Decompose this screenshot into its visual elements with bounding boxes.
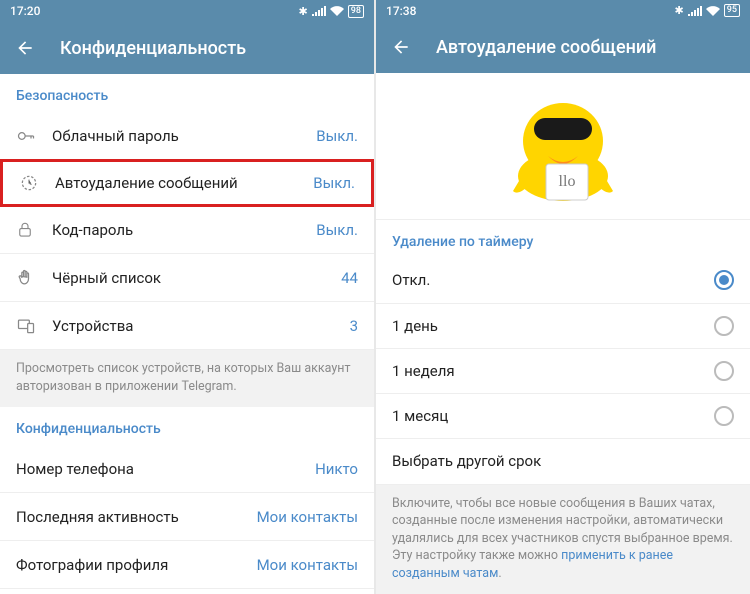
item-label: Номер телефона: [16, 460, 315, 478]
item-value: Выкл.: [316, 127, 358, 145]
devices-row[interactable]: Устройства 3: [0, 302, 374, 350]
option-label: Откл.: [392, 271, 430, 289]
phone-right: 17:38 ✱ 95 Автоудаление сообщений llo: [376, 0, 750, 594]
section-security: Безопасность: [0, 74, 374, 112]
wifi-icon: [706, 6, 720, 16]
item-value: Выкл.: [313, 174, 355, 192]
item-label: Фотографии профиля: [16, 556, 257, 574]
status-bar: 17:20 ✱ 98: [0, 0, 374, 22]
status-time: 17:38: [386, 4, 416, 18]
battery-icon: 98: [348, 5, 364, 18]
option-label: 1 неделя: [392, 362, 455, 380]
item-label: Облачный пароль: [52, 127, 316, 145]
phone-left: 17:20 ✱ 98 Конфиденциальность Безопаснос…: [0, 0, 374, 594]
duck-sticker: llo: [498, 86, 628, 206]
passcode-row[interactable]: Код-пароль Выкл.: [0, 206, 374, 254]
item-label: Последняя активность: [16, 508, 257, 526]
signal-icon: [312, 6, 326, 16]
option-1day[interactable]: 1 день: [376, 304, 750, 349]
hint-suffix: .: [498, 566, 501, 581]
signal-icon: [688, 6, 702, 16]
option-1week[interactable]: 1 неделя: [376, 349, 750, 394]
back-button[interactable]: [14, 37, 36, 59]
status-bar: 17:38 ✱ 95: [376, 0, 750, 22]
clock-icon: [19, 173, 55, 193]
section-privacy: Конфиденциальность: [0, 407, 374, 445]
page-title: Автоудаление сообщений: [436, 37, 656, 58]
item-label: Код-пароль: [52, 221, 316, 239]
option-1month[interactable]: 1 месяц: [376, 394, 750, 439]
status-time: 17:20: [10, 4, 40, 18]
radio-icon: [714, 406, 734, 426]
header: Автоудаление сообщений: [376, 22, 750, 73]
hand-icon: [16, 268, 52, 288]
item-value: Мои контакты: [257, 556, 358, 574]
radio-icon: [714, 316, 734, 336]
back-button[interactable]: [390, 36, 412, 58]
footer-hint: Включите, чтобы все новые сообщения в Ва…: [376, 485, 750, 594]
radio-icon: [714, 361, 734, 381]
devices-hint: Просмотреть список устройств, на которых…: [0, 350, 374, 407]
last-seen-row[interactable]: Последняя активность Мои контакты: [0, 493, 374, 541]
section-timer: Удаление по таймеру: [376, 220, 750, 258]
option-label: Выбрать другой срок: [392, 452, 541, 470]
item-value: 3: [350, 317, 358, 335]
option-other[interactable]: Выбрать другой срок: [376, 439, 750, 484]
status-icons: ✱ 95: [675, 4, 740, 17]
battery-icon: 95: [724, 4, 740, 17]
option-off[interactable]: Откл.: [376, 258, 750, 303]
page-title: Конфиденциальность: [60, 38, 246, 59]
profile-photo-row[interactable]: Фотографии профиля Мои контакты: [0, 541, 374, 589]
bluetooth-icon: ✱: [299, 5, 308, 18]
sticker-area: llo: [376, 73, 750, 221]
option-label: 1 день: [392, 317, 438, 335]
devices-icon: [16, 316, 52, 336]
wifi-icon: [330, 6, 344, 16]
header: Конфиденциальность: [0, 22, 374, 74]
radio-icon: [714, 270, 734, 290]
status-icons: ✱ 98: [299, 5, 364, 18]
item-label: Автоудаление сообщений: [55, 174, 313, 192]
option-label: 1 месяц: [392, 407, 448, 425]
phone-number-row[interactable]: Номер телефона Никто: [0, 445, 374, 493]
item-value: Выкл.: [316, 221, 358, 239]
item-label: Устройства: [52, 317, 350, 335]
item-value: Мои контакты: [257, 508, 358, 526]
item-label: Чёрный список: [52, 269, 341, 287]
svg-text:llo: llo: [559, 173, 576, 190]
lock-icon: [16, 220, 52, 240]
autodelete-row[interactable]: Автоудаление сообщений Выкл.: [0, 159, 374, 207]
item-value: Никто: [315, 460, 358, 478]
blacklist-row[interactable]: Чёрный список 44: [0, 254, 374, 302]
bluetooth-icon: ✱: [675, 4, 684, 17]
cloud-password-row[interactable]: Облачный пароль Выкл.: [0, 112, 374, 160]
item-value: 44: [341, 269, 358, 287]
key-icon: [16, 126, 52, 146]
